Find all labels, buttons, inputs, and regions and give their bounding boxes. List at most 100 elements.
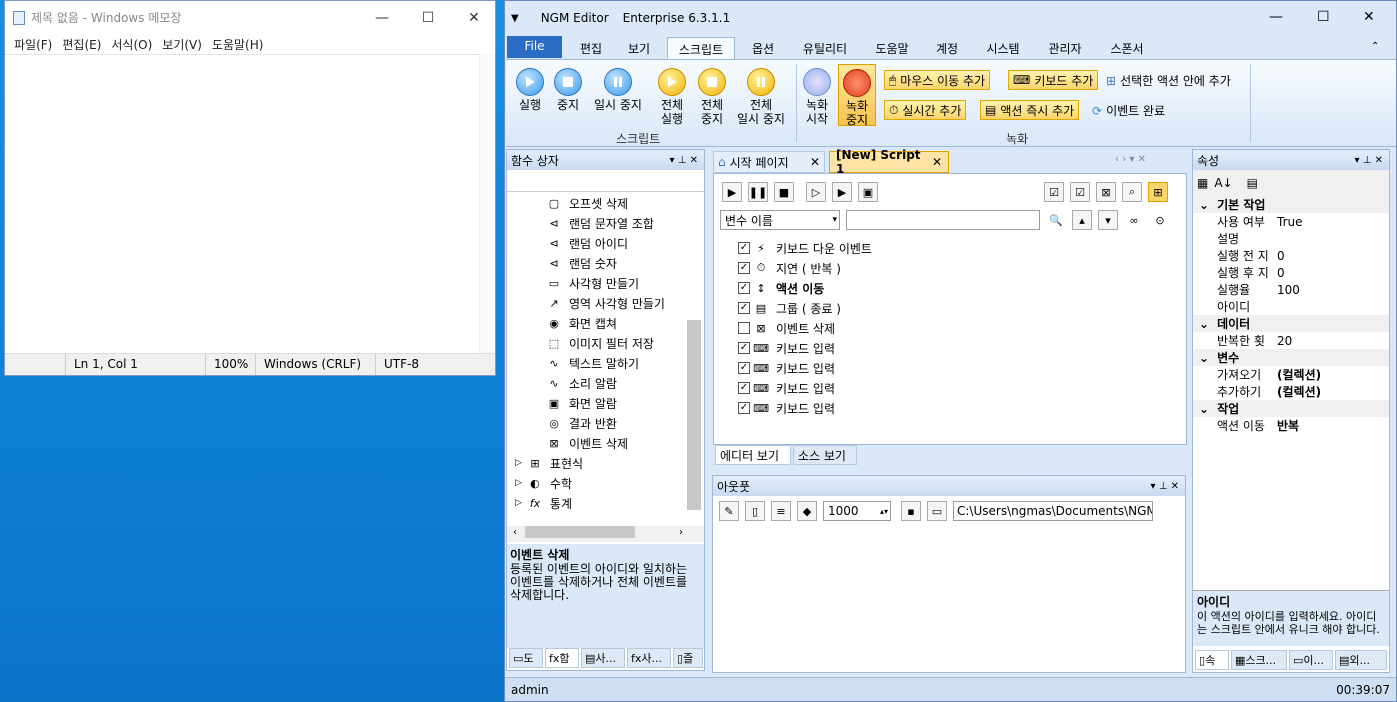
action-row[interactable]: ✓ ⏱ 지연 ( 반복 ): [738, 258, 872, 278]
add-action-now-button[interactable]: ▤ 액션 즉시 추가: [980, 100, 1080, 120]
more-icon[interactable]: ⊙: [1150, 210, 1170, 230]
tree-view-icon[interactable]: ⊞: [1148, 182, 1168, 202]
property-row[interactable]: 실행 후 지 0: [1193, 264, 1389, 281]
variable-search-input[interactable]: [846, 210, 1040, 230]
run-all-button[interactable]: 전체 실행: [654, 68, 690, 126]
property-row[interactable]: 실행율 100: [1193, 281, 1389, 298]
action-checkbox[interactable]: ✓: [738, 342, 750, 354]
step-into-icon[interactable]: ▶: [832, 182, 852, 202]
close-button[interactable]: ✕: [451, 1, 497, 34]
pause-button[interactable]: 일시 중지: [590, 68, 646, 112]
menu-edit[interactable]: 편집(E): [62, 36, 101, 53]
sort-alpha-icon[interactable]: A↓: [1214, 176, 1232, 190]
clear-icon[interactable]: ✎: [719, 501, 739, 521]
action-checkbox[interactable]: ✓: [738, 362, 750, 374]
tab-bottom[interactable]: fx 함: [545, 648, 579, 668]
tab-admin[interactable]: 관리자: [1039, 37, 1091, 60]
list-item[interactable]: ▢ 오프셋 삭제: [547, 193, 704, 213]
tab-scroll-icon[interactable]: ‹ › ▾ ✕: [1115, 154, 1146, 165]
list-item[interactable]: ▷ fx 통계: [515, 493, 704, 513]
property-value[interactable]: 20: [1277, 334, 1292, 348]
interval-spinner[interactable]: 1000 ▴▾: [823, 501, 891, 521]
panel-controls-icon[interactable]: ▾ ⊥ ✕: [1355, 155, 1383, 166]
property-value[interactable]: 100: [1277, 283, 1300, 297]
list-item[interactable]: ◉ 화면 캡쳐: [547, 313, 704, 333]
minimize-button[interactable]: —: [359, 1, 405, 34]
property-pages-icon[interactable]: ▤: [1247, 176, 1258, 190]
property-value[interactable]: 반복: [1277, 417, 1299, 434]
run-button[interactable]: 실행: [512, 68, 548, 112]
check-all-icon[interactable]: ☑: [1044, 182, 1064, 202]
tab-bottom[interactable]: ▭ 이...: [1289, 650, 1333, 670]
tab-editor-view[interactable]: 에디터 보기: [715, 445, 791, 465]
list-icon[interactable]: ≡: [771, 501, 791, 521]
action-checkbox[interactable]: ✓: [738, 282, 750, 294]
record-start-button[interactable]: 녹화 시작: [800, 68, 834, 126]
check-icon[interactable]: ☑: [1070, 182, 1090, 202]
quick-access-icon[interactable]: ▼: [511, 13, 519, 24]
search-icon[interactable]: 🔍: [1046, 210, 1066, 230]
action-row[interactable]: ✓ ⌨ 키보드 입력: [738, 398, 872, 418]
property-section[interactable]: ⌄ 변수: [1193, 349, 1389, 366]
panel-controls-icon[interactable]: ▾ ⊥ ✕: [670, 155, 698, 166]
minimize-button[interactable]: —: [1269, 9, 1283, 25]
list-item[interactable]: ↗ 영역 사각형 만들기: [547, 293, 704, 313]
action-checkbox[interactable]: [738, 322, 750, 334]
tab-view[interactable]: 보기: [615, 37, 663, 60]
tab-account[interactable]: 계정: [925, 37, 969, 60]
list-item[interactable]: ⊲ 랜덤 아이디: [547, 233, 704, 253]
property-row[interactable]: 설명: [1193, 230, 1389, 247]
tab-script-1[interactable]: [New] Script 1 ✕: [829, 148, 949, 176]
move-down-icon[interactable]: ▾: [1098, 210, 1118, 230]
tab-bottom[interactable]: ▦ 스크...: [1231, 650, 1287, 670]
stop-icon[interactable]: ■: [774, 182, 794, 202]
action-row[interactable]: ✓ ⌨ 키보드 입력: [738, 378, 872, 398]
close-icon[interactable]: ✕: [932, 155, 942, 169]
property-row[interactable]: 가져오기 (컬렉션): [1193, 366, 1389, 383]
property-value[interactable]: 0: [1277, 266, 1285, 280]
add-mouse-move-button[interactable]: 🖱 마우스 이동 추가: [884, 70, 991, 90]
menu-format[interactable]: 서식(O): [111, 36, 152, 53]
pause-icon[interactable]: ❚❚: [748, 182, 768, 202]
collapse-ribbon-icon[interactable]: ⌃: [1371, 41, 1379, 52]
step-icon[interactable]: ▷: [806, 182, 826, 202]
action-row[interactable]: ✓ ⌨ 키보드 입력: [738, 338, 872, 358]
pause-all-button[interactable]: 전체 일시 중지: [732, 68, 790, 126]
tab-bottom[interactable]: ▤ 사...: [581, 648, 625, 668]
tab-bottom[interactable]: ▯ 속: [1195, 650, 1229, 670]
list-item[interactable]: ⊠ 이벤트 삭제: [547, 433, 704, 453]
add-inside-selected-button[interactable]: ⊞ 선택한 액션 안에 추가: [1106, 72, 1231, 89]
action-checkbox[interactable]: ✓: [738, 402, 750, 414]
tab-start-page[interactable]: ⌂ 시작 페이지 ✕: [713, 151, 825, 173]
property-section[interactable]: ⌄ 기본 작업: [1193, 196, 1389, 213]
maximize-button[interactable]: ☐: [405, 1, 451, 34]
add-keyboard-button[interactable]: ⌨ 키보드 추가: [1008, 70, 1099, 90]
tab-source-view[interactable]: 소스 보기: [793, 445, 857, 465]
vertical-scrollbar[interactable]: [479, 54, 495, 353]
tab-bottom[interactable]: ▤ 외...: [1335, 650, 1387, 670]
property-section[interactable]: ⌄ 데이터: [1193, 315, 1389, 332]
delete-icon[interactable]: ⊠: [1096, 182, 1116, 202]
infinity-icon[interactable]: ∞: [1124, 210, 1144, 230]
action-checkbox[interactable]: ✓: [738, 382, 750, 394]
tab-system[interactable]: 시스템: [977, 37, 1029, 60]
maximize-button[interactable]: ☐: [1317, 9, 1330, 25]
output-path-field[interactable]: C:\Users\ngmas\Documents\NGM6\: [953, 501, 1153, 521]
function-search-input[interactable]: [507, 170, 704, 192]
new-doc-icon[interactable]: ▯: [745, 501, 765, 521]
eraser-icon[interactable]: ◆: [797, 501, 817, 521]
close-icon[interactable]: ✕: [810, 155, 820, 169]
panel-controls-icon[interactable]: ▾ ⊥ ✕: [1151, 481, 1179, 492]
menu-help[interactable]: 도움말(H): [212, 36, 264, 53]
notepad-text-area[interactable]: [5, 54, 495, 353]
property-row[interactable]: 액션 이동 반복: [1193, 417, 1389, 434]
stop-button[interactable]: 중지: [550, 68, 586, 112]
menu-file[interactable]: 파일(F): [14, 36, 52, 53]
vertical-scrollbar[interactable]: [687, 320, 701, 510]
list-item[interactable]: ∿ 텍스트 말하기: [547, 353, 704, 373]
action-row[interactable]: ✓ ▤ 그룹 ( 종료 ): [738, 298, 872, 318]
action-checkbox[interactable]: ✓: [738, 302, 750, 314]
play-icon[interactable]: ▶: [722, 182, 742, 202]
search-icon[interactable]: ⌕: [1122, 182, 1142, 202]
property-row[interactable]: 추가하기 (컬렉션): [1193, 383, 1389, 400]
